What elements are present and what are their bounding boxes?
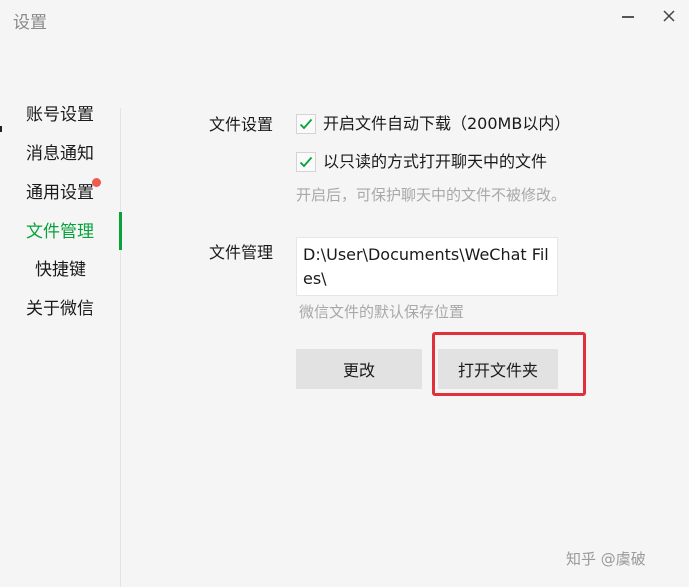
notification-dot — [92, 178, 101, 187]
window-title: 设置 — [13, 13, 47, 33]
check-icon — [299, 118, 313, 130]
file-settings-label: 文件设置 — [209, 115, 274, 134]
minimize-icon — [622, 16, 634, 18]
checkbox-box[interactable] — [296, 152, 316, 172]
sidebar-item-notifications[interactable]: 消息通知 — [26, 143, 94, 165]
file-management-label: 文件管理 — [209, 243, 274, 262]
sidebar-divider — [120, 108, 121, 587]
readonly-label: 以只读的方式打开聊天中的文件 — [323, 152, 548, 171]
sidebar-item-general[interactable]: 通用设置 — [26, 182, 94, 204]
file-path-field[interactable]: D:\User\Documents\WeChat Files\ — [296, 237, 558, 296]
minimize-button[interactable] — [614, 4, 642, 28]
active-indicator — [119, 212, 122, 250]
readonly-checkbox[interactable]: 以只读的方式打开聊天中的文件 — [296, 151, 547, 173]
readonly-hint: 开启后，可保护聊天中的文件不被修改。 — [296, 186, 567, 204]
close-icon — [663, 10, 675, 22]
sidebar-item-about[interactable]: 关于微信 — [26, 298, 94, 320]
change-path-button[interactable]: 更改 — [296, 349, 422, 389]
sidebar-item-account[interactable]: 账号设置 — [26, 104, 94, 126]
auto-download-label: 开启文件自动下载（200MB以内） — [323, 114, 571, 133]
checkbox-box[interactable] — [296, 114, 316, 134]
close-button[interactable] — [655, 4, 683, 28]
watermark: 知乎 @虞破 — [566, 550, 646, 568]
open-folder-button[interactable]: 打开文件夹 — [438, 349, 558, 389]
path-hint: 微信文件的默认保存位置 — [299, 303, 465, 321]
settings-window: 设置 账号设置 消息通知 通用设置 文件管理 快捷键 关于微信 文件设置 开启文… — [0, 0, 689, 587]
sidebar-item-shortcuts[interactable]: 快捷键 — [35, 259, 86, 281]
sidebar-item-file-management[interactable]: 文件管理 — [26, 221, 94, 243]
edge-marker — [0, 126, 2, 132]
check-icon — [299, 156, 313, 168]
auto-download-checkbox[interactable]: 开启文件自动下载（200MB以内） — [296, 113, 570, 135]
